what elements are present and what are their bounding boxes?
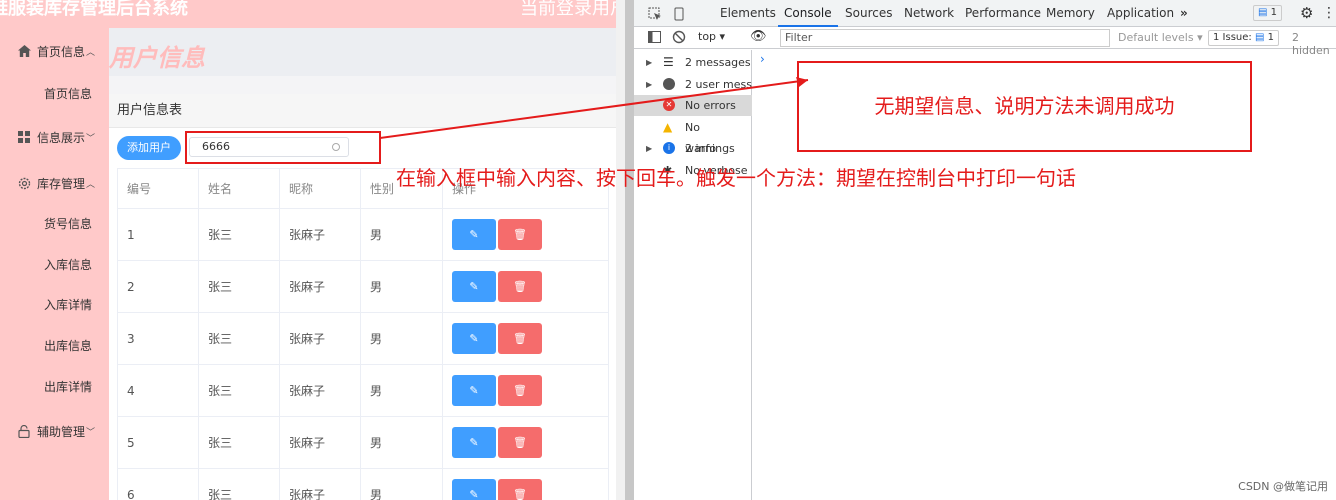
watermark: CSDN @做笔记用 — [1238, 480, 1328, 493]
annotation-note-result: 无期望信息、说明方法未调用成功 — [874, 94, 1175, 118]
annotation-note-action: 在输入框中输入内容、按下回车。触发一个方法：期望在控制台中打印一句话 — [396, 166, 1076, 190]
